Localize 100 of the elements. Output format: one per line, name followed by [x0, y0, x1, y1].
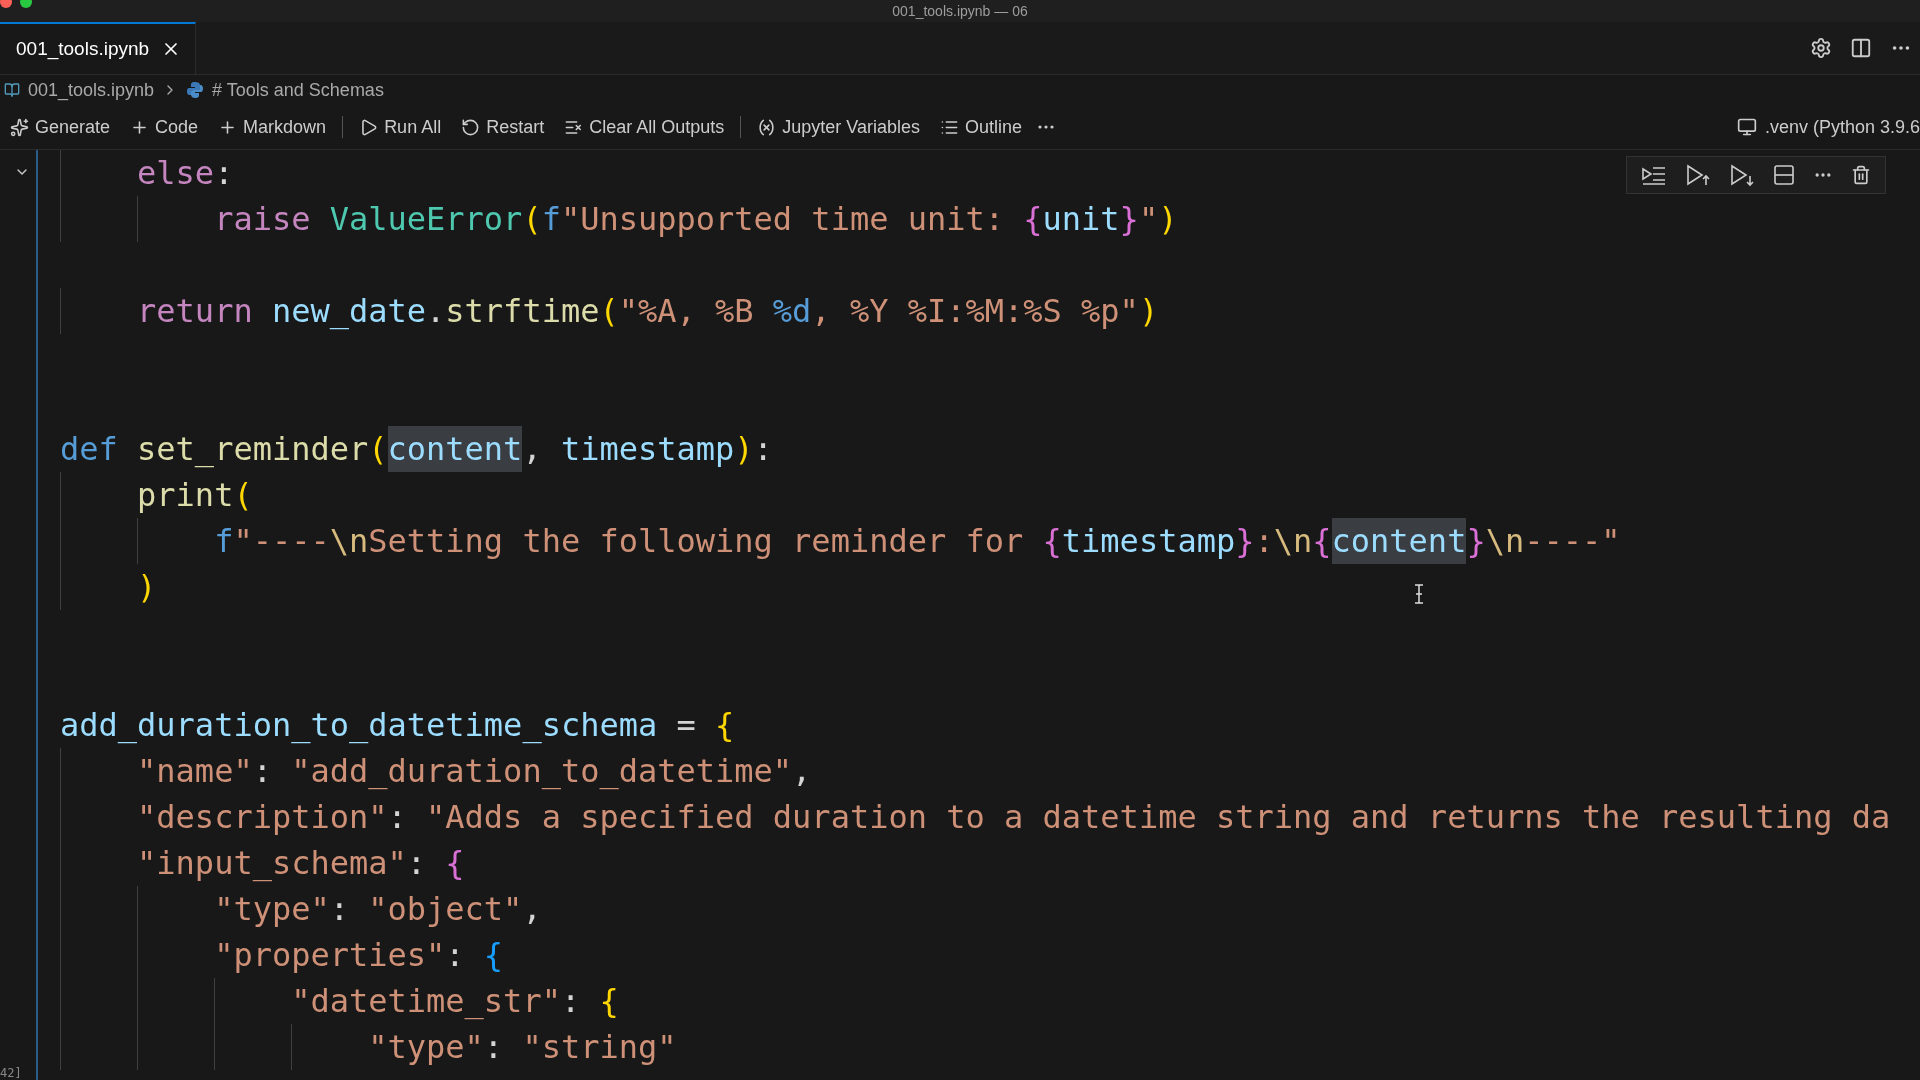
code-token: , %Y %I:%M:%S %p" — [811, 291, 1139, 332]
toolbar-button[interactable]: Clear All Outputs — [554, 116, 735, 138]
toolbar-button[interactable]: Outline — [930, 116, 1033, 138]
code-token: : — [483, 1027, 505, 1068]
code-token: return — [137, 291, 254, 332]
monitor-icon — [1736, 117, 1757, 137]
code-token: { — [1312, 521, 1332, 562]
code-token: raise — [214, 199, 312, 240]
breadcrumb-item[interactable]: # Tools and Schemas — [212, 79, 384, 101]
more-icon — [1038, 125, 1055, 129]
toolbar-button[interactable]: Generate — [0, 116, 121, 138]
notebook-icon — [4, 82, 20, 98]
code-token: ValueError — [329, 199, 523, 240]
code-token: ( — [522, 199, 542, 240]
toolbar-icon — [10, 117, 29, 137]
code-token: content — [387, 426, 523, 472]
code-token: strftime — [445, 291, 600, 332]
code-token: { — [1042, 521, 1062, 562]
code-token: "%A, %B — [618, 291, 755, 332]
code-token: ( — [599, 291, 619, 332]
code-token: : — [445, 935, 466, 976]
code-token: \n — [1273, 521, 1313, 562]
code-token: { — [599, 981, 619, 1022]
code-token: add_duration_to_datetime_schema — [60, 705, 658, 746]
code-token: "Adds a specified duration to a datetime string and returns the resulting da — [426, 797, 1891, 838]
code-token: unit — [1042, 199, 1120, 240]
code-token: Setting the following reminder for — [368, 521, 1025, 562]
toolbar-icon — [461, 117, 481, 137]
code-token: : — [329, 889, 350, 930]
code-token: f — [214, 521, 234, 562]
tab-label: 001_tools.ipynb — [16, 38, 150, 60]
code-token: new_date — [271, 291, 427, 332]
code-token: ----" — [1524, 521, 1621, 562]
code-token: ( — [233, 475, 253, 516]
toolbar-button[interactable]: Jupyter Variables — [747, 116, 930, 138]
code-token: "name" — [137, 751, 253, 792]
kernel-picker[interactable]: .venv (Python 3.9.6 — [1736, 116, 1920, 138]
code-token: : — [560, 981, 582, 1022]
code-token: } — [1466, 521, 1486, 562]
code-token: : — [387, 797, 408, 838]
code-token: , — [522, 889, 542, 930]
settings-icon[interactable] — [1810, 37, 1832, 59]
code-token: : — [406, 843, 428, 884]
code-token: ) — [137, 567, 157, 608]
code-token: else — [137, 153, 215, 194]
code-token: set_reminder — [137, 429, 369, 470]
run-below-icon[interactable] — [1729, 163, 1755, 187]
code-token: "datetime_str" — [291, 981, 561, 1022]
split-editor-icon[interactable] — [1850, 37, 1872, 59]
code-token: def — [60, 429, 119, 470]
code-token: . — [426, 291, 446, 332]
toolbar-icon — [757, 117, 777, 137]
code-token: } — [1119, 199, 1139, 240]
code-token: "input_schema" — [137, 843, 407, 884]
toolbar-button[interactable]: Run All — [349, 116, 452, 138]
code-token: %d — [772, 291, 812, 332]
code-token: { — [483, 935, 504, 976]
code-token: : — [1254, 521, 1274, 562]
python-icon — [186, 81, 205, 99]
delete-icon[interactable] — [1851, 165, 1871, 185]
code-token: { — [445, 843, 465, 884]
code-token: print — [137, 475, 234, 516]
text-cursor-icon — [1413, 584, 1425, 604]
code-token: \n — [329, 521, 369, 562]
execution-count: 42] — [0, 1066, 23, 1080]
more-button[interactable] — [1038, 125, 1055, 129]
code-token: } — [1235, 521, 1255, 562]
code-token: = — [675, 705, 697, 746]
toolbar-button[interactable]: Markdown — [208, 116, 337, 138]
split-cell-icon[interactable] — [1773, 164, 1795, 186]
code-token: ) — [1158, 199, 1178, 240]
code-token: "add_duration_to_datetime" — [291, 751, 793, 792]
breadcrumb-item[interactable]: 001_tools.ipynb — [28, 79, 155, 101]
code-token: : — [214, 153, 234, 194]
code-token: "object" — [368, 889, 523, 930]
code-token: , — [792, 751, 812, 792]
code-token: f — [541, 199, 561, 240]
code-token: "type" — [368, 1027, 484, 1068]
code-token: timestamp — [560, 429, 735, 470]
window-controls-icon[interactable] — [0, 0, 34, 10]
code-token: ) — [734, 429, 754, 470]
code-token: "description" — [137, 797, 388, 838]
code-token: , — [522, 429, 543, 470]
code-token: : — [753, 429, 773, 470]
code-token: content — [1331, 518, 1467, 564]
editor-tab[interactable]: 001_tools.ipynb — [0, 22, 197, 74]
toolbar-button[interactable]: Restart — [451, 116, 555, 138]
code-token: : — [252, 751, 273, 792]
code-token: "Unsupported time unit: — [560, 199, 1005, 240]
code-token: ) — [1138, 291, 1159, 332]
code-token: { — [1023, 199, 1043, 240]
run-by-line-icon[interactable] — [1641, 164, 1667, 186]
code-token: timestamp — [1061, 521, 1236, 562]
toolbar-button[interactable]: Code — [120, 116, 209, 138]
run-above-icon[interactable] — [1685, 163, 1711, 187]
code-token: " — [1138, 199, 1159, 240]
code-token: "properties" — [214, 935, 446, 976]
code-token: "---- — [233, 521, 330, 562]
code-token: "type" — [214, 889, 330, 930]
code-token: ( — [368, 429, 388, 470]
